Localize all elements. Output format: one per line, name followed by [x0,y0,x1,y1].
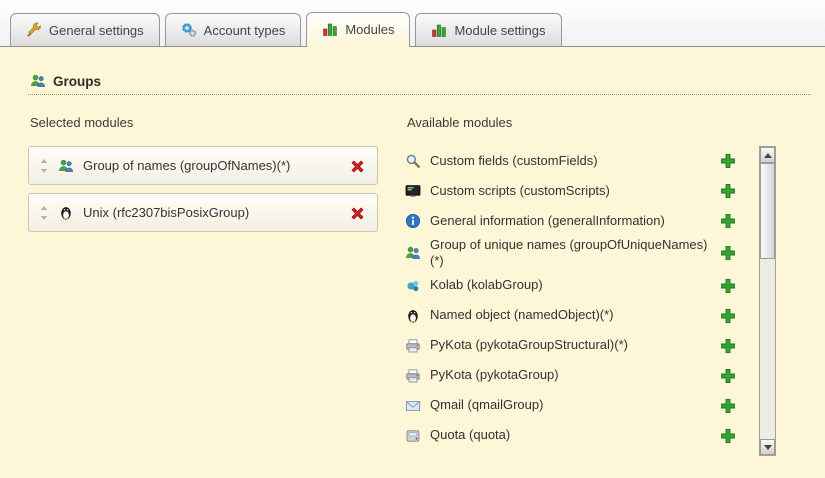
tab-modules[interactable]: Modules [306,12,410,47]
add-module-button[interactable] [719,277,737,295]
drag-handle-icon[interactable] [39,205,49,221]
terminal-icon [405,183,421,199]
group-icon [58,158,74,174]
selected-module-row-unix: Unix (rfc2307bisPosixGroup) [28,193,378,232]
add-plus-icon [720,245,736,261]
module-label: Group of names (groupOfNames)(*) [83,158,290,173]
remove-module-button[interactable] [347,203,367,223]
add-plus-icon [720,398,736,414]
add-module-button[interactable] [719,427,737,445]
chart-icon [431,22,447,38]
module-label: Kolab (kolabGroup) [430,277,710,293]
group-icon [405,245,421,261]
page-title: Groups [53,74,101,89]
envelope-icon [405,398,421,414]
available-module-row: Group of unique names (groupOfUniqueName… [405,236,749,271]
arrow-up-icon [764,153,772,158]
info-icon [405,213,421,229]
selected-modules-column: Selected modules Group of names (groupOf… [28,95,405,456]
section-title: Groups [28,47,811,95]
chart-icon [322,21,338,37]
tab-label: Module settings [454,23,545,38]
modules-columns: Selected modules Group of names (groupOf… [28,95,811,456]
module-label: Unix (rfc2307bisPosixGroup) [83,205,249,220]
tab-account-types[interactable]: Account types [165,13,302,46]
add-module-button[interactable] [719,367,737,385]
add-module-button[interactable] [719,152,737,170]
gears-icon [181,22,197,38]
scrollbar-up-button[interactable] [760,147,775,163]
add-module-button[interactable] [719,244,737,262]
scrollbar-thumb[interactable] [760,163,775,259]
printer-icon [405,338,421,354]
add-module-button[interactable] [719,337,737,355]
selected-module-row-groupofnames: Group of names (groupOfNames)(*) [28,146,378,185]
scrollbar-track[interactable] [760,163,775,439]
add-plus-icon [720,368,736,384]
add-plus-icon [720,338,736,354]
delete-x-icon [349,205,365,221]
available-module-row: Qmail (qmailGroup) [405,391,749,421]
available-module-row: Kolab (kolabGroup) [405,271,749,301]
add-plus-icon [720,278,736,294]
disk-icon [405,428,421,444]
remove-module-button[interactable] [347,156,367,176]
scrollbar[interactable] [759,146,776,456]
available-module-row: Custom scripts (customScripts) [405,176,749,206]
add-plus-icon [720,428,736,444]
module-label: Qmail (qmailGroup) [430,397,710,413]
group-icon [30,73,46,89]
module-label: Custom scripts (customScripts) [430,183,710,199]
printer-icon [405,368,421,384]
wrench-icon [26,22,42,38]
tab-label: Modules [345,22,394,37]
available-modules-wrap: Custom fields (customFields) Custom scri… [405,146,776,456]
available-modules-list: Custom fields (customFields) Custom scri… [405,146,759,456]
available-module-row: Custom fields (customFields) [405,146,749,176]
module-label: Custom fields (customFields) [430,153,710,169]
arrow-down-icon [764,445,772,450]
penguin-icon [58,205,74,221]
tab-label: General settings [49,23,144,38]
available-module-row: Named object (namedObject)(*) [405,301,749,331]
add-module-button[interactable] [719,182,737,200]
module-label: Named object (namedObject)(*) [430,307,710,323]
module-label: PyKota (pykotaGroupStructural)(*) [430,337,710,353]
scrollbar-down-button[interactable] [760,439,775,455]
add-plus-icon [720,153,736,169]
add-module-button[interactable] [719,397,737,415]
available-module-row: PyKota (pykotaGroup) [405,361,749,391]
available-module-row: PyKota (pykotaGroupStructural)(*) [405,331,749,361]
magnifier-icon [405,153,421,169]
module-label: General information (generalInformation) [430,213,710,229]
module-label: Quota (quota) [430,427,710,443]
add-module-button[interactable] [719,307,737,325]
add-plus-icon [720,183,736,199]
kolab-icon [405,278,421,294]
available-module-row: Quota (quota) [405,421,749,451]
delete-x-icon [349,158,365,174]
module-label: Group of unique names (groupOfUniqueName… [430,237,710,270]
tab-bar: General settings Account types Modules M… [0,0,825,46]
add-plus-icon [720,213,736,229]
available-module-row: General information (generalInformation) [405,206,749,236]
available-modules-column: Available modules Custom fields (customF… [405,95,776,456]
tab-label: Account types [204,23,286,38]
tab-general-settings[interactable]: General settings [10,13,160,46]
content-panel: Groups Selected modules Group of names (… [0,46,825,478]
add-module-button[interactable] [719,212,737,230]
available-modules-heading: Available modules [407,115,776,130]
drag-handle-icon[interactable] [39,158,49,174]
tab-module-settings[interactable]: Module settings [415,13,561,46]
selected-modules-heading: Selected modules [30,115,405,130]
penguin-icon [405,308,421,324]
module-label: PyKota (pykotaGroup) [430,367,710,383]
add-plus-icon [720,308,736,324]
